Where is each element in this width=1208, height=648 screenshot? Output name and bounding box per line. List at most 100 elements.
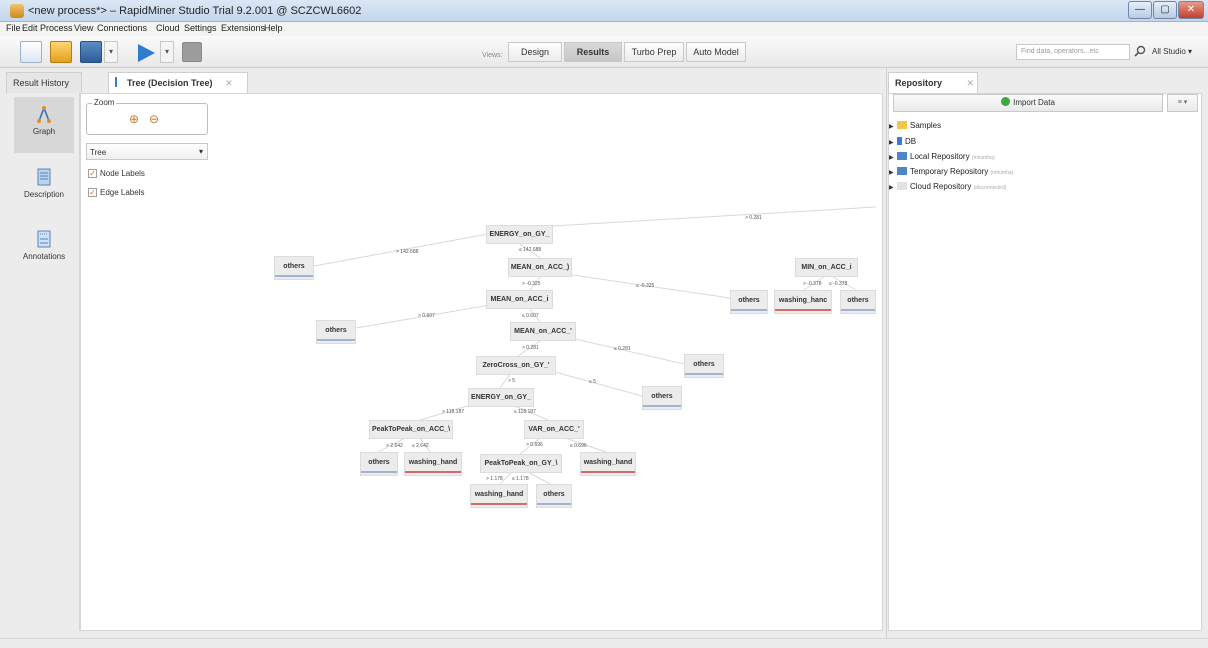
- tree-leaf[interactable]: washing_hand: [580, 452, 636, 476]
- class-bar: [685, 373, 723, 375]
- repo-item-label: Samples: [910, 121, 942, 130]
- tree-leaf[interactable]: washing_hand: [404, 452, 462, 476]
- repo-item-label: DB: [905, 137, 917, 146]
- leaf-label: washing_hand: [474, 491, 524, 498]
- tab-close-icon[interactable]: ✕: [967, 78, 975, 88]
- edge-label: > 0.607: [418, 313, 435, 319]
- add-icon: [1001, 97, 1011, 106]
- repo-item-local-repository[interactable]: ▶ Local Repository (mhumha): [889, 152, 995, 163]
- folder-icon: [897, 121, 907, 129]
- leaf-label: washing_hanc: [778, 297, 828, 304]
- class-bar: [317, 339, 355, 341]
- leaf-label: others: [651, 393, 673, 400]
- repository-tab-label: Repository: [895, 78, 943, 88]
- edge-line: [527, 471, 551, 485]
- class-bar: [405, 471, 461, 473]
- tree-node-min-acc[interactable]: MIN_on_ACC_i: [795, 258, 858, 277]
- import-data-label: Import Data: [1013, 98, 1055, 107]
- edge-label: > 1.178: [486, 476, 503, 482]
- tree-node-peaktopeak-gy[interactable]: PeakToPeak_on_GY_\: [480, 454, 562, 473]
- edge-label: ≤ 142.688: [519, 247, 542, 253]
- edge-label: ≤ 0.281: [614, 346, 631, 352]
- tree-node-mean-acc[interactable]: MEAN_on_ACC_i: [486, 290, 553, 309]
- tree-leaf[interactable]: washing_hand: [470, 484, 528, 508]
- tree-node-energy-gy[interactable]: ENERGY_on_GY_: [486, 225, 553, 244]
- tab-repository[interactable]: Repository ✕: [888, 72, 978, 93]
- tree-leaf[interactable]: others: [316, 320, 356, 344]
- tree-leaf[interactable]: others: [642, 386, 682, 410]
- edge-label: ≤ 118.187: [514, 409, 536, 415]
- leaf-label: others: [693, 361, 715, 368]
- edge-label: ≤ 2.642: [412, 443, 429, 449]
- edge-label: ≤ 0.607: [522, 313, 539, 319]
- tree-leaf[interactable]: others: [360, 452, 398, 476]
- edge-label: ≤ 5: [589, 379, 596, 385]
- expand-arrow-icon[interactable]: ▶: [889, 154, 897, 161]
- repo-item-temporary-repository[interactable]: ▶ Temporary Repository (mhumha): [889, 167, 1013, 178]
- status-bar: [0, 638, 1208, 648]
- repo-item-owner: (mhumha): [990, 170, 1014, 176]
- search-icon[interactable]: [1134, 45, 1146, 57]
- class-bar: [643, 405, 681, 407]
- repository-menu-button[interactable]: ≡ ▾: [1167, 94, 1198, 112]
- tree-node-peaktopeak-acc[interactable]: PeakToPeak_on_ACC_\: [369, 420, 453, 439]
- class-bar: [581, 471, 635, 473]
- edge-label: > 142.688: [396, 249, 419, 255]
- class-bar: [361, 471, 397, 473]
- repo-item-status: (disconnected): [973, 185, 1007, 191]
- edge-label: > 0.696: [526, 442, 543, 448]
- leaf-label: others: [325, 327, 347, 334]
- edge-label: > 118.187: [442, 409, 465, 415]
- class-bar: [537, 503, 571, 505]
- tree-leaf[interactable]: others: [684, 354, 724, 378]
- edge-label: ≤ -0.378: [829, 281, 848, 287]
- edge-label: > 5: [508, 378, 516, 384]
- edge-label: ≤ 1.178: [512, 476, 529, 482]
- leaf-label: others: [543, 491, 565, 498]
- all-studio-dropdown[interactable]: All Studio ▾: [1152, 47, 1192, 56]
- leaf-label: others: [738, 297, 760, 304]
- tree-leaf[interactable]: others: [274, 256, 314, 280]
- leaf-label: washing_hand: [583, 459, 633, 466]
- repo-item-label: Temporary Repository: [910, 167, 989, 176]
- minimize-button[interactable]: —: [1128, 1, 1152, 19]
- tree-node-mean-acc[interactable]: MEAN_on_ACC_): [508, 258, 572, 277]
- class-bar: [275, 275, 313, 277]
- edge-label: ≤ -0.325: [636, 283, 655, 289]
- expand-arrow-icon[interactable]: ▶: [889, 123, 897, 130]
- edge-label: > 0.281: [745, 215, 762, 221]
- repository-icon: [897, 167, 907, 175]
- tree-edges: [313, 206, 877, 485]
- tree-node-var-acc[interactable]: VAR_on_ACC_': [524, 420, 584, 439]
- close-window-button[interactable]: ✕: [1178, 1, 1204, 19]
- leaf-label: others: [368, 459, 390, 466]
- repo-item-db[interactable]: ▶ DB: [889, 137, 916, 148]
- repo-item-label: Cloud Repository: [910, 182, 972, 191]
- tree-node-energy-gy[interactable]: ENERGY_on_GY_: [468, 388, 534, 407]
- tree-leaf[interactable]: others: [536, 484, 572, 508]
- repo-item-label: Local Repository: [910, 152, 970, 161]
- maximize-button[interactable]: ▢: [1153, 1, 1177, 19]
- class-bar: [775, 309, 831, 311]
- repo-item-cloud-repository[interactable]: ▶ Cloud Repository (disconnected): [889, 182, 1006, 193]
- import-data-button[interactable]: Import Data: [893, 94, 1163, 112]
- expand-arrow-icon[interactable]: ▶: [889, 184, 897, 191]
- edge-label: ≤ 0.696: [570, 443, 587, 449]
- edge-label: > 0.281: [522, 345, 539, 351]
- class-bar: [731, 309, 767, 311]
- tree-leaf[interactable]: washing_hanc: [774, 290, 832, 314]
- expand-arrow-icon[interactable]: ▶: [889, 169, 897, 176]
- edge-line: [554, 371, 643, 397]
- edge-label: > 2.642: [386, 443, 403, 449]
- tree-node-mean-acc[interactable]: MEAN_on_ACC_': [510, 322, 576, 341]
- repo-item-owner: (mhumha): [971, 155, 995, 161]
- search-input[interactable]: Find data, operators...etc: [1016, 44, 1130, 60]
- cloud-icon: [897, 182, 907, 190]
- tree-node-zerocross-gy[interactable]: ZeroCross_on_GY_': [476, 356, 556, 375]
- expand-arrow-icon[interactable]: ▶: [889, 139, 897, 146]
- tree-leaf[interactable]: others: [730, 290, 768, 314]
- tree-leaf[interactable]: others: [840, 290, 876, 314]
- class-bar: [471, 503, 527, 505]
- repo-item-samples[interactable]: ▶ Samples: [889, 121, 941, 132]
- edge-line: [552, 206, 877, 227]
